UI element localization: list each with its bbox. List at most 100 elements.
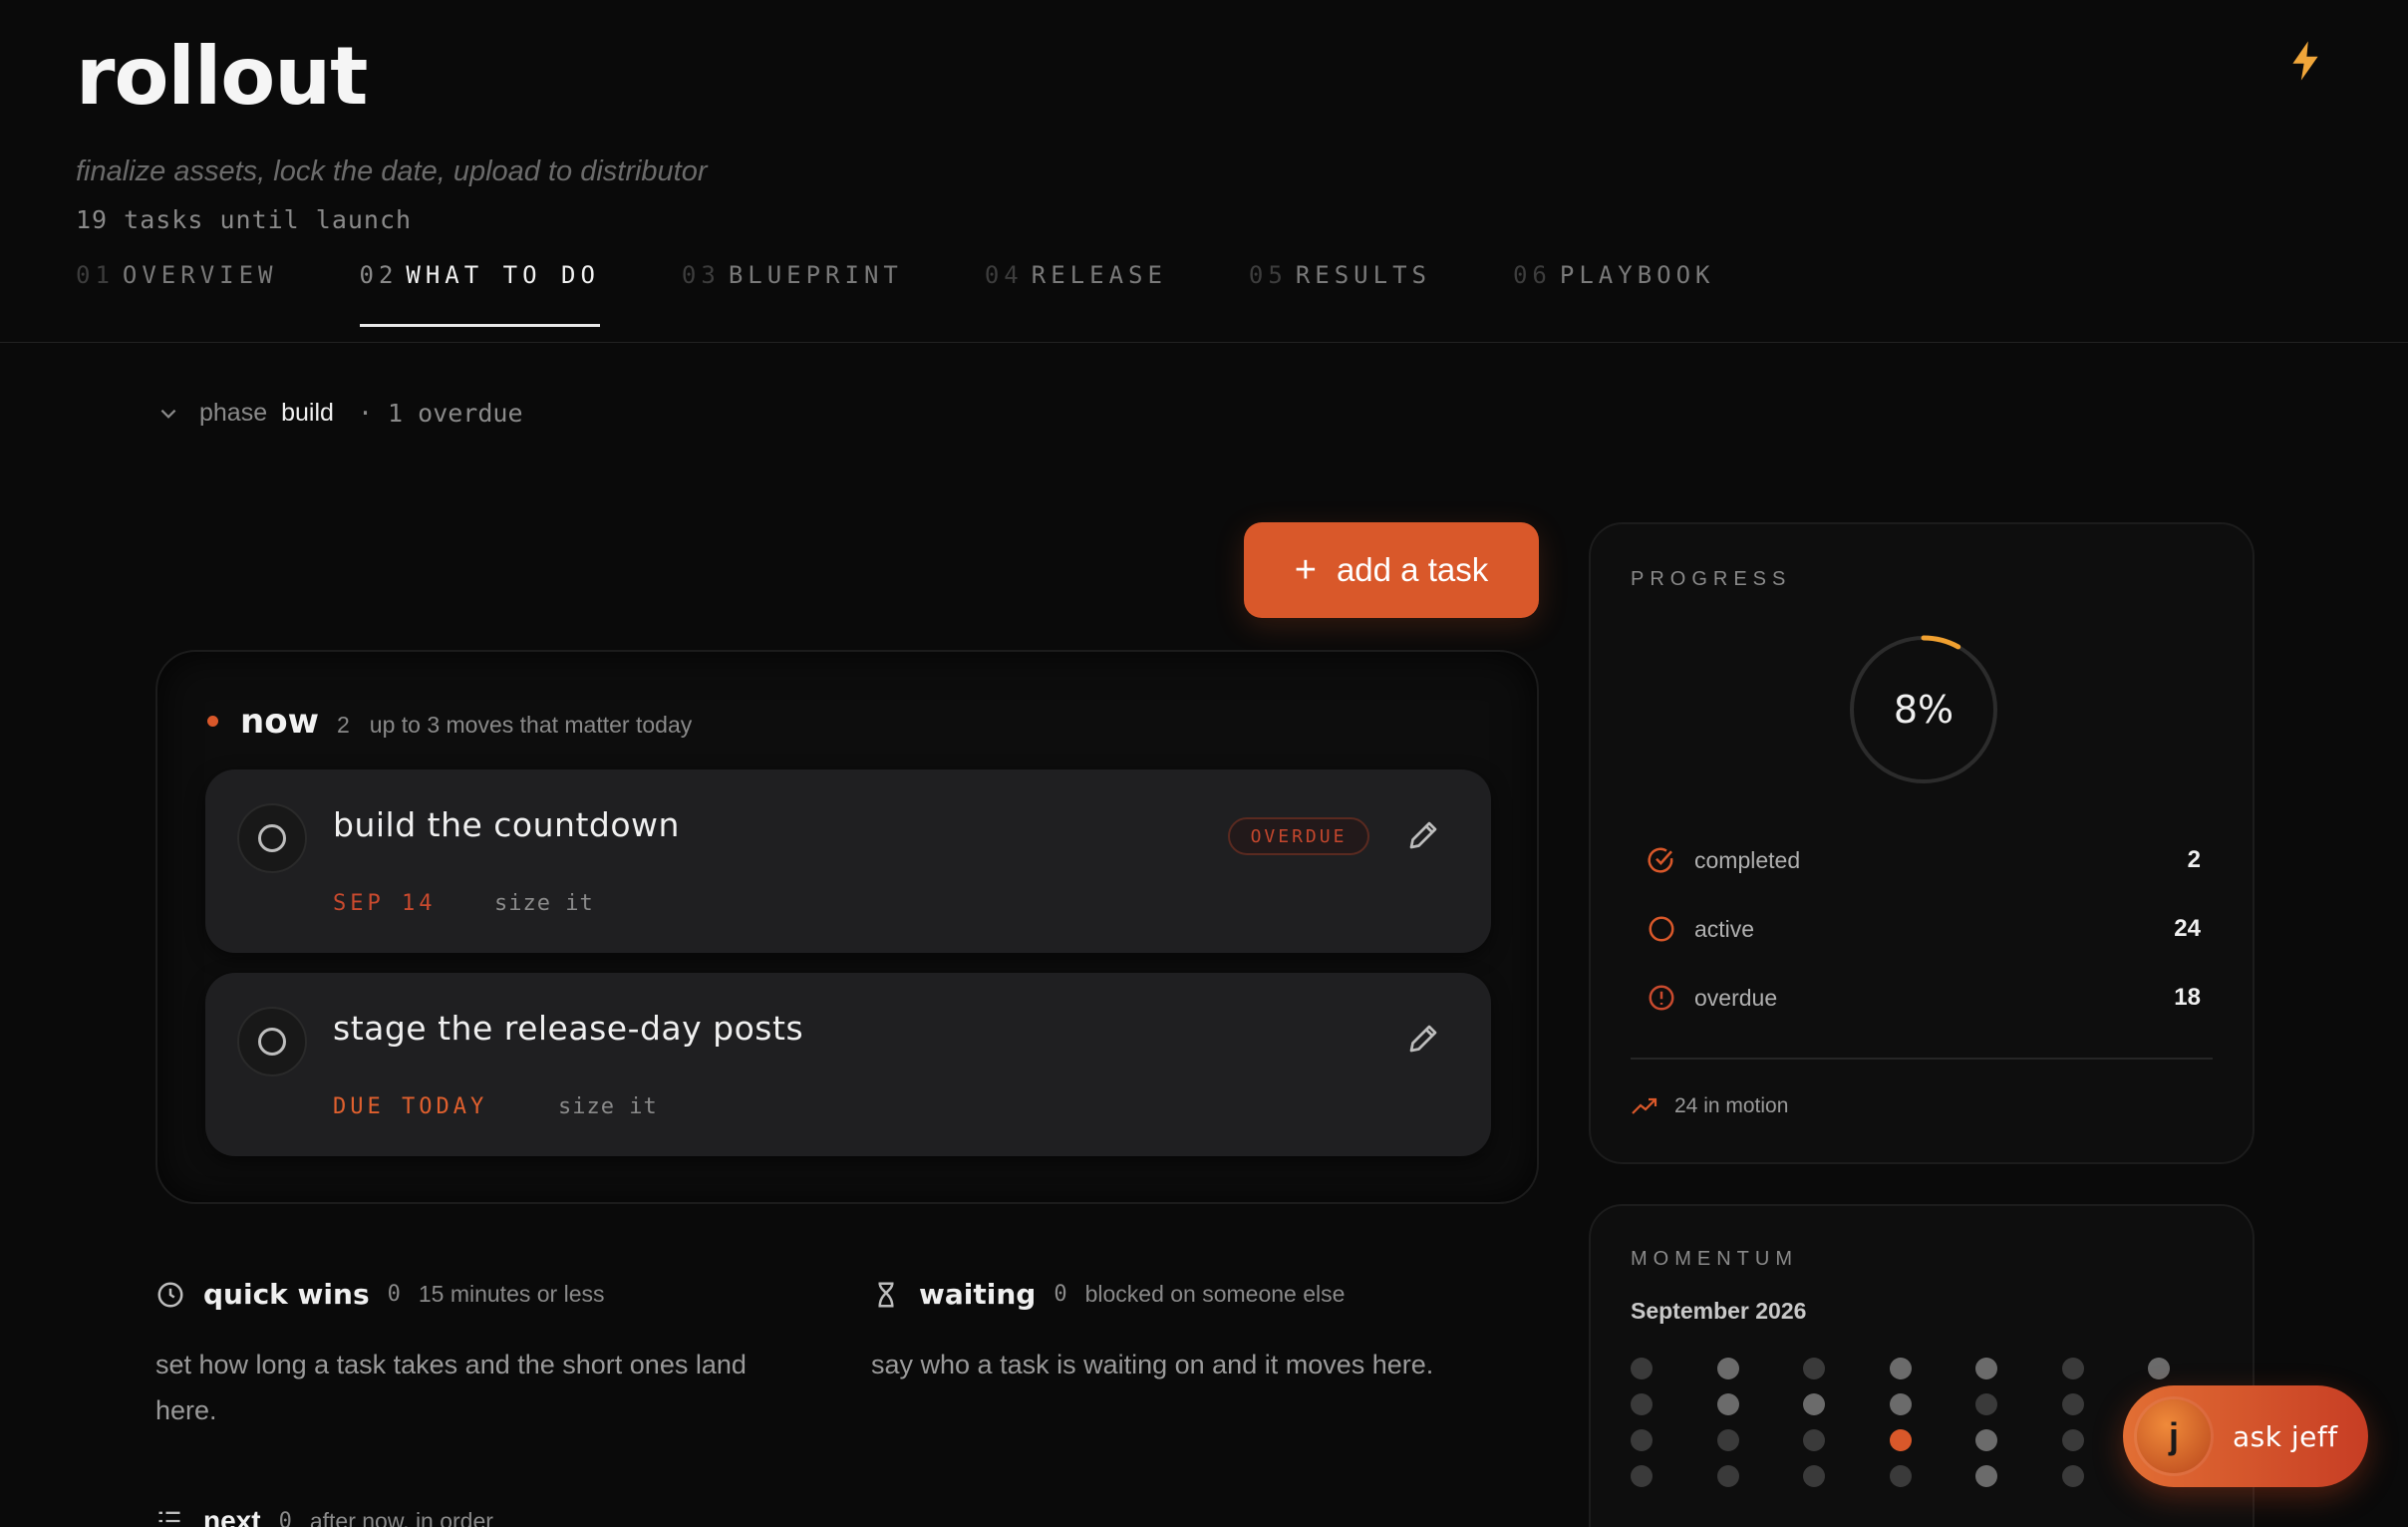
list-icon bbox=[158, 1511, 180, 1523]
task-title: build the countdown bbox=[333, 805, 680, 844]
pencil-icon[interactable] bbox=[1405, 1021, 1441, 1057]
clock-icon bbox=[157, 1282, 183, 1307]
stat-value: 24 bbox=[2174, 915, 2201, 942]
tab-overview[interactable]: 01 OVERVIEW bbox=[76, 261, 278, 327]
task-due-date: DUE TODAY bbox=[333, 1094, 488, 1119]
momentum-dot bbox=[1631, 1465, 1653, 1487]
momentum-dot bbox=[1803, 1465, 1825, 1487]
waiting-count: 0 bbox=[1054, 1282, 1067, 1307]
plus-icon: + bbox=[1294, 548, 1317, 591]
circle-icon bbox=[1649, 916, 1674, 942]
task-size-link[interactable]: size it bbox=[494, 891, 594, 916]
in-motion-text: 24 in motion bbox=[1674, 1094, 1789, 1117]
tab-number: 06 bbox=[1512, 261, 1552, 289]
tab-label: WHAT TO DO bbox=[406, 261, 600, 289]
tab-blueprint[interactable]: 03 BLUEPRINT bbox=[682, 261, 903, 327]
next-title: next bbox=[203, 1505, 261, 1527]
chevron-down-icon bbox=[160, 409, 176, 419]
momentum-dot bbox=[2148, 1358, 2170, 1379]
task-card[interactable]: build the countdown SEP 14 size it OVERD… bbox=[205, 769, 1491, 953]
momentum-dot bbox=[1975, 1465, 1997, 1487]
stat-value: 2 bbox=[2187, 846, 2201, 873]
tab-number: 01 bbox=[76, 261, 115, 289]
tab-number: 05 bbox=[1248, 261, 1288, 289]
momentum-dot bbox=[1975, 1429, 1997, 1451]
stat-active: active 24 bbox=[1647, 914, 2201, 944]
header-divider bbox=[0, 342, 2408, 343]
momentum-dot bbox=[1803, 1393, 1825, 1415]
section-tabs: 01 OVERVIEW 02 WHAT TO DO 03 BLUEPRINT 04 RE… bbox=[76, 261, 1796, 327]
momentum-dot bbox=[1716, 1358, 1739, 1379]
ask-jeff-button[interactable]: j ask jeff bbox=[2123, 1385, 2368, 1487]
quick-wins-empty-state: set how long a task takes and the short … bbox=[155, 1350, 747, 1425]
phase-overdue-count: · 1 overdue bbox=[357, 399, 523, 428]
next-header: next 0 after now, in order bbox=[155, 1505, 493, 1527]
lightning-icon[interactable] bbox=[2288, 40, 2322, 82]
in-motion-summary: 24 in motion bbox=[1631, 1094, 1788, 1118]
waiting-title: waiting bbox=[919, 1278, 1037, 1311]
alert-circle-icon bbox=[1649, 985, 1674, 1011]
progress-label: PROGRESS bbox=[1631, 568, 1792, 590]
tab-release[interactable]: 04 RELEASE bbox=[985, 261, 1167, 327]
tab-number: 04 bbox=[984, 261, 1024, 289]
tab-what-to-do[interactable]: 02 WHAT TO DO bbox=[359, 261, 601, 327]
project-subtitle: finalize assets, lock the date, upload t… bbox=[76, 155, 708, 187]
task-count: 19 tasks until launch bbox=[76, 205, 413, 234]
tab-playbook[interactable]: 06 PLAYBOOK bbox=[1513, 261, 1715, 327]
add-task-button[interactable]: + add a task bbox=[1244, 522, 1539, 618]
circle-icon bbox=[258, 824, 286, 852]
circle-icon bbox=[258, 1028, 286, 1056]
tab-label: PLAYBOOK bbox=[1559, 261, 1715, 289]
assistant-avatar: j bbox=[2137, 1399, 2211, 1473]
phase-value: build bbox=[281, 399, 334, 427]
task-title: stage the release-day posts bbox=[333, 1009, 804, 1048]
app-title: rollout bbox=[76, 30, 368, 123]
momentum-dot bbox=[1631, 1358, 1653, 1379]
progress-divider bbox=[1631, 1058, 2213, 1060]
quick-wins-header: quick wins 0 15 minutes or less bbox=[155, 1278, 605, 1311]
overdue-badge: OVERDUE bbox=[1228, 817, 1369, 855]
add-task-label: add a task bbox=[1336, 551, 1489, 588]
momentum-dot bbox=[1803, 1358, 1825, 1379]
momentum-dot bbox=[1975, 1358, 1997, 1379]
momentum-dot-today bbox=[1889, 1429, 1912, 1451]
task-checkbox[interactable] bbox=[237, 1007, 307, 1076]
tab-label: BLUEPRINT bbox=[728, 261, 903, 289]
momentum-dot bbox=[1975, 1393, 1997, 1415]
stat-overdue: overdue 18 bbox=[1647, 983, 2201, 1013]
task-card[interactable]: stage the release-day posts DUE TODAY si… bbox=[205, 973, 1491, 1156]
now-panel: now 2 up to 3 moves that matter today bu… bbox=[155, 650, 1539, 1204]
momentum-dot bbox=[2061, 1465, 2084, 1487]
progress-percent: 8% bbox=[1893, 688, 1955, 732]
next-count: 0 bbox=[278, 1508, 292, 1527]
momentum-dot bbox=[1889, 1465, 1912, 1487]
quick-wins-count: 0 bbox=[387, 1282, 401, 1307]
phase-toggle[interactable]: phase build · 1 overdue bbox=[157, 399, 523, 428]
pencil-icon[interactable] bbox=[1405, 817, 1441, 853]
task-size-link[interactable]: size it bbox=[558, 1094, 658, 1119]
now-description: up to 3 moves that matter today bbox=[369, 712, 693, 738]
tab-number: 02 bbox=[359, 261, 399, 289]
momentum-dot bbox=[1631, 1429, 1653, 1451]
momentum-dot bbox=[1716, 1429, 1739, 1451]
momentum-dot bbox=[1631, 1393, 1653, 1415]
now-title: now bbox=[240, 702, 319, 742]
task-due-date: SEP 14 bbox=[333, 891, 437, 916]
stat-completed: completed 2 bbox=[1647, 845, 2201, 875]
waiting-empty-state: say who a task is waiting on and it move… bbox=[871, 1350, 1434, 1379]
stat-label: overdue bbox=[1694, 984, 1778, 1011]
momentum-dot bbox=[1889, 1358, 1912, 1379]
hourglass-icon bbox=[878, 1282, 894, 1307]
ask-jeff-label: ask jeff bbox=[2233, 1419, 2338, 1453]
momentum-dot bbox=[1803, 1429, 1825, 1451]
stat-label: active bbox=[1694, 915, 1755, 942]
now-count: 2 bbox=[336, 712, 350, 738]
next-description: after now, in order bbox=[309, 1507, 493, 1527]
tab-results[interactable]: 05 RESULTS bbox=[1249, 261, 1431, 327]
now-indicator-dot bbox=[207, 716, 218, 727]
tab-number: 03 bbox=[681, 261, 721, 289]
waiting-description: blocked on someone else bbox=[1084, 1281, 1346, 1307]
task-checkbox[interactable] bbox=[237, 803, 307, 873]
momentum-label: MOMENTUM bbox=[1631, 1248, 1798, 1270]
check-circle-icon bbox=[1648, 847, 1673, 873]
